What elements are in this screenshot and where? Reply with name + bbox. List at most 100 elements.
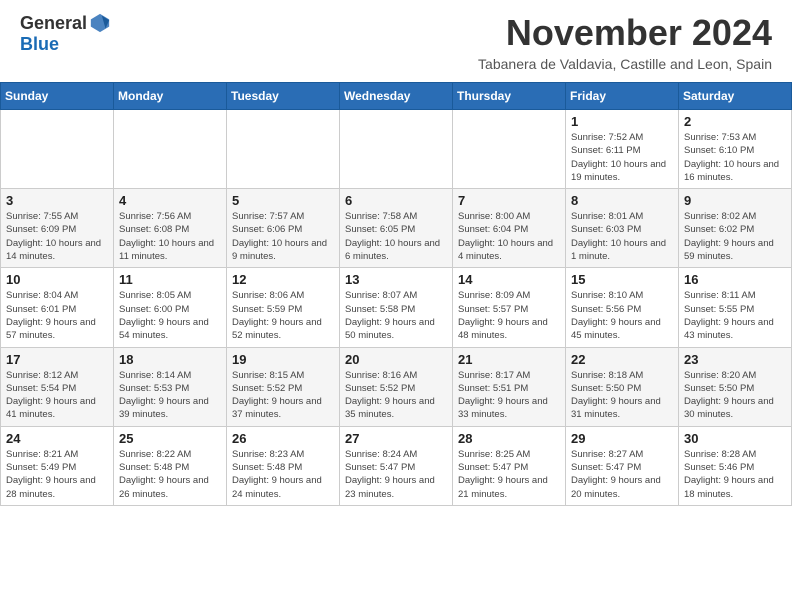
day-number: 7: [458, 193, 560, 208]
day-info: Sunrise: 7:52 AM Sunset: 6:11 PM Dayligh…: [571, 131, 673, 184]
calendar-day-cell: [1, 110, 114, 189]
day-info: Sunrise: 8:00 AM Sunset: 6:04 PM Dayligh…: [458, 210, 560, 263]
calendar-day-cell: 20 Sunrise: 8:16 AM Sunset: 5:52 PM Dayli…: [340, 347, 453, 426]
day-number: 11: [119, 272, 221, 287]
calendar-day-cell: 2Sunrise: 7:53 AM Sunset: 6:10 PM Daylig…: [679, 110, 792, 189]
calendar-week-row: 24 Sunrise: 8:21 AM Sunset: 5:49 PM Dayli…: [1, 426, 792, 505]
month-title: November 2024: [478, 12, 772, 54]
day-info: Sunrise: 8:16 AM Sunset: 5:52 PM Dayligh…: [345, 369, 447, 422]
calendar-day-cell: 16Sunrise: 8:11 AM Sunset: 5:55 PM Dayli…: [679, 268, 792, 347]
day-info: Sunrise: 8:20 AM Sunset: 5:50 PM Dayligh…: [684, 369, 786, 422]
calendar-day-cell: 17 Sunrise: 8:12 AM Sunset: 5:54 PM Dayli…: [1, 347, 114, 426]
day-number: 17: [6, 352, 108, 367]
day-info: Sunrise: 8:18 AM Sunset: 5:50 PM Dayligh…: [571, 369, 673, 422]
calendar-day-cell: [227, 110, 340, 189]
day-info: Sunrise: 8:01 AM Sunset: 6:03 PM Dayligh…: [571, 210, 673, 263]
calendar-day-cell: [453, 110, 566, 189]
day-info: Sunrise: 8:23 AM Sunset: 5:48 PM Dayligh…: [232, 448, 334, 501]
day-number: 8: [571, 193, 673, 208]
day-number: 6: [345, 193, 447, 208]
calendar-day-cell: 8 Sunrise: 8:01 AM Sunset: 6:03 PM Daylig…: [566, 189, 679, 268]
day-info: Sunrise: 8:15 AM Sunset: 5:52 PM Dayligh…: [232, 369, 334, 422]
calendar-day-cell: [114, 110, 227, 189]
day-number: 19: [232, 352, 334, 367]
calendar-day-cell: 13 Sunrise: 8:07 AM Sunset: 5:58 PM Dayli…: [340, 268, 453, 347]
day-number: 26: [232, 431, 334, 446]
day-number: 30: [684, 431, 786, 446]
calendar-day-cell: 15Sunrise: 8:10 AM Sunset: 5:56 PM Dayli…: [566, 268, 679, 347]
logo-general-text: General: [20, 13, 87, 34]
calendar-week-row: 1Sunrise: 7:52 AM Sunset: 6:11 PM Daylig…: [1, 110, 792, 189]
logo: General Blue: [20, 12, 111, 55]
day-info: Sunrise: 8:12 AM Sunset: 5:54 PM Dayligh…: [6, 369, 108, 422]
day-info: Sunrise: 8:22 AM Sunset: 5:48 PM Dayligh…: [119, 448, 221, 501]
day-info: Sunrise: 7:55 AM Sunset: 6:09 PM Dayligh…: [6, 210, 108, 263]
day-info: Sunrise: 7:57 AM Sunset: 6:06 PM Dayligh…: [232, 210, 334, 263]
calendar-day-cell: 9 Sunrise: 8:02 AM Sunset: 6:02 PM Daylig…: [679, 189, 792, 268]
calendar-day-cell: 14 Sunrise: 8:09 AM Sunset: 5:57 PM Dayli…: [453, 268, 566, 347]
calendar-day-cell: 5 Sunrise: 7:57 AM Sunset: 6:06 PM Daylig…: [227, 189, 340, 268]
page-header: General Blue November 2024 Tabanera de V…: [0, 0, 792, 76]
calendar-day-cell: 22 Sunrise: 8:18 AM Sunset: 5:50 PM Dayli…: [566, 347, 679, 426]
day-number: 9: [684, 193, 786, 208]
calendar-day-cell: 10Sunrise: 8:04 AM Sunset: 6:01 PM Dayli…: [1, 268, 114, 347]
day-number: 13: [345, 272, 447, 287]
day-info: Sunrise: 8:24 AM Sunset: 5:47 PM Dayligh…: [345, 448, 447, 501]
calendar-day-cell: 12 Sunrise: 8:06 AM Sunset: 5:59 PM Dayli…: [227, 268, 340, 347]
calendar-day-cell: 26 Sunrise: 8:23 AM Sunset: 5:48 PM Dayli…: [227, 426, 340, 505]
calendar-day-cell: 11 Sunrise: 8:05 AM Sunset: 6:00 PM Dayli…: [114, 268, 227, 347]
calendar-day-cell: 23 Sunrise: 8:20 AM Sunset: 5:50 PM Dayli…: [679, 347, 792, 426]
day-info: Sunrise: 8:25 AM Sunset: 5:47 PM Dayligh…: [458, 448, 560, 501]
day-info: Sunrise: 8:06 AM Sunset: 5:59 PM Dayligh…: [232, 289, 334, 342]
location-subtitle: Tabanera de Valdavia, Castille and Leon,…: [478, 56, 772, 72]
day-number: 18: [119, 352, 221, 367]
day-number: 21: [458, 352, 560, 367]
calendar-day-cell: 30Sunrise: 8:28 AM Sunset: 5:46 PM Dayli…: [679, 426, 792, 505]
day-info: Sunrise: 8:10 AM Sunset: 5:56 PM Dayligh…: [571, 289, 673, 342]
day-number: 28: [458, 431, 560, 446]
day-number: 10: [6, 272, 108, 287]
calendar-day-cell: 25 Sunrise: 8:22 AM Sunset: 5:48 PM Dayli…: [114, 426, 227, 505]
calendar-day-header: Monday: [114, 83, 227, 110]
calendar-header-row: SundayMondayTuesdayWednesdayThursdayFrid…: [1, 83, 792, 110]
calendar-week-row: 10Sunrise: 8:04 AM Sunset: 6:01 PM Dayli…: [1, 268, 792, 347]
day-number: 20: [345, 352, 447, 367]
calendar-day-header: Sunday: [1, 83, 114, 110]
calendar-day-cell: 18Sunrise: 8:14 AM Sunset: 5:53 PM Dayli…: [114, 347, 227, 426]
calendar-day-cell: [340, 110, 453, 189]
calendar-day-header: Saturday: [679, 83, 792, 110]
calendar-day-cell: 28 Sunrise: 8:25 AM Sunset: 5:47 PM Dayli…: [453, 426, 566, 505]
day-number: 12: [232, 272, 334, 287]
calendar-body: 1Sunrise: 7:52 AM Sunset: 6:11 PM Daylig…: [1, 110, 792, 506]
day-info: Sunrise: 8:27 AM Sunset: 5:47 PM Dayligh…: [571, 448, 673, 501]
day-number: 24: [6, 431, 108, 446]
day-info: Sunrise: 8:17 AM Sunset: 5:51 PM Dayligh…: [458, 369, 560, 422]
calendar-day-cell: 27 Sunrise: 8:24 AM Sunset: 5:47 PM Dayli…: [340, 426, 453, 505]
day-number: 23: [684, 352, 786, 367]
calendar-day-header: Tuesday: [227, 83, 340, 110]
day-info: Sunrise: 8:21 AM Sunset: 5:49 PM Dayligh…: [6, 448, 108, 501]
title-block: November 2024 Tabanera de Valdavia, Cast…: [478, 12, 772, 72]
day-info: Sunrise: 7:56 AM Sunset: 6:08 PM Dayligh…: [119, 210, 221, 263]
logo-blue-text: Blue: [20, 34, 59, 55]
day-info: Sunrise: 8:02 AM Sunset: 6:02 PM Dayligh…: [684, 210, 786, 263]
calendar-table: SundayMondayTuesdayWednesdayThursdayFrid…: [0, 82, 792, 506]
day-info: Sunrise: 7:58 AM Sunset: 6:05 PM Dayligh…: [345, 210, 447, 263]
day-number: 5: [232, 193, 334, 208]
calendar-day-cell: 1Sunrise: 7:52 AM Sunset: 6:11 PM Daylig…: [566, 110, 679, 189]
calendar-day-cell: 21 Sunrise: 8:17 AM Sunset: 5:51 PM Dayli…: [453, 347, 566, 426]
day-number: 4: [119, 193, 221, 208]
calendar-day-cell: 7 Sunrise: 8:00 AM Sunset: 6:04 PM Daylig…: [453, 189, 566, 268]
day-number: 29: [571, 431, 673, 446]
day-number: 3: [6, 193, 108, 208]
day-number: 27: [345, 431, 447, 446]
calendar-day-cell: 19 Sunrise: 8:15 AM Sunset: 5:52 PM Dayli…: [227, 347, 340, 426]
day-number: 22: [571, 352, 673, 367]
calendar-week-row: 17 Sunrise: 8:12 AM Sunset: 5:54 PM Dayli…: [1, 347, 792, 426]
day-info: Sunrise: 8:07 AM Sunset: 5:58 PM Dayligh…: [345, 289, 447, 342]
day-number: 14: [458, 272, 560, 287]
day-info: Sunrise: 8:05 AM Sunset: 6:00 PM Dayligh…: [119, 289, 221, 342]
logo-icon: [89, 12, 111, 34]
day-number: 25: [119, 431, 221, 446]
day-info: Sunrise: 8:09 AM Sunset: 5:57 PM Dayligh…: [458, 289, 560, 342]
